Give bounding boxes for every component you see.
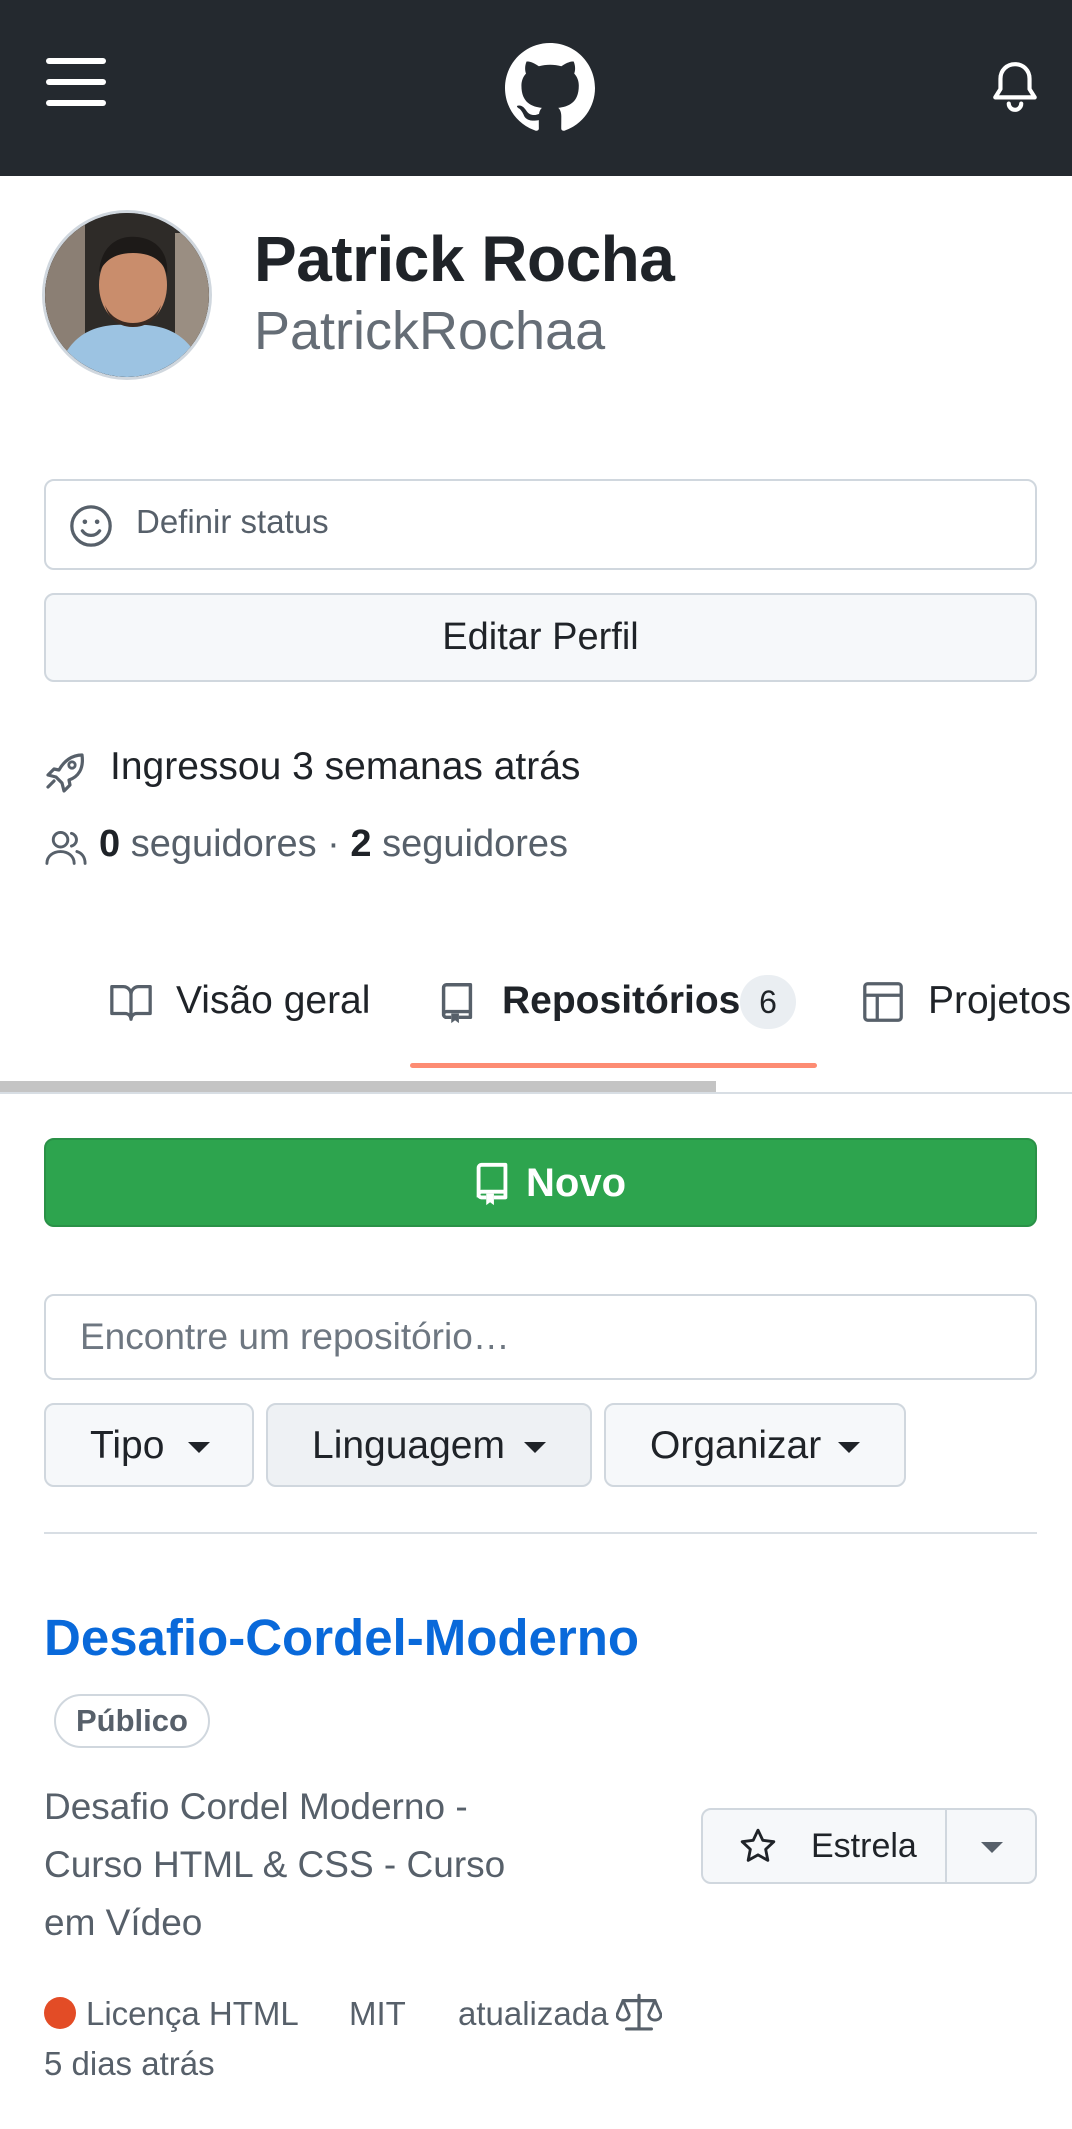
avatar-photo xyxy=(45,213,209,377)
rocket-icon xyxy=(46,753,84,793)
tab-overview[interactable]: Visão geral xyxy=(108,955,388,1045)
following-count: 2 xyxy=(350,823,372,865)
type-filter-button[interactable]: Tipo xyxy=(44,1403,254,1487)
tab-projects[interactable]: Projetos xyxy=(860,955,1072,1045)
chevron-down-icon xyxy=(981,1842,1003,1853)
tab-repositories-label: Repositórios xyxy=(502,979,741,1022)
followers-separator: · xyxy=(327,823,340,865)
updated-label: atualizada xyxy=(458,1995,609,2032)
visibility-badge: Público xyxy=(54,1694,210,1748)
chevron-down-icon xyxy=(524,1442,546,1453)
hamburger-menu-icon[interactable] xyxy=(46,58,106,108)
updated-ago: 5 dias atrás xyxy=(44,2045,215,2082)
followers-count: 0 xyxy=(99,823,121,865)
joined-text: Ingressou 3 semanas atrás xyxy=(110,745,581,788)
tab-overview-label: Visão geral xyxy=(176,979,371,1022)
top-header xyxy=(0,0,1072,176)
profile-username: PatrickRochaa xyxy=(254,301,606,361)
new-repository-button[interactable]: Novo xyxy=(44,1138,1037,1227)
edit-profile-button[interactable]: Editar Perfil xyxy=(44,593,1037,682)
language-filter-button[interactable]: Linguagem xyxy=(266,1403,592,1487)
bell-icon[interactable] xyxy=(990,60,1040,114)
star-icon xyxy=(740,1828,776,1862)
repository-search-input[interactable] xyxy=(44,1294,1037,1380)
tab-repositories[interactable]: Repositórios 6 xyxy=(434,955,814,1045)
book-icon xyxy=(110,985,152,1021)
repository-meta: Licença HTML MIT atualizada 5 dias atrás xyxy=(44,1993,1044,2103)
profile-full-name: Patrick Rocha xyxy=(254,223,675,295)
list-divider xyxy=(44,1532,1037,1534)
avatar[interactable] xyxy=(42,210,212,380)
smiley-icon xyxy=(70,505,112,547)
chevron-down-icon xyxy=(838,1442,860,1453)
set-status-button[interactable]: Definir status xyxy=(44,479,1037,570)
repo-icon xyxy=(476,1162,508,1206)
tab-projects-label: Projetos xyxy=(928,979,1072,1022)
tabs-scrollbar[interactable] xyxy=(0,1081,716,1092)
repository-language: Licença HTML xyxy=(86,1995,299,2032)
repositories-count-badge: 6 xyxy=(740,975,796,1029)
repository-description: Desafio Cordel Moderno - Curso HTML & CS… xyxy=(44,1786,506,1943)
tabs-divider xyxy=(0,1092,1072,1094)
new-repository-label: Novo xyxy=(526,1161,626,1205)
github-logo-icon[interactable] xyxy=(505,43,595,133)
people-icon xyxy=(45,831,87,865)
type-filter-label: Tipo xyxy=(90,1424,165,1467)
sort-filter-button[interactable]: Organizar xyxy=(604,1403,906,1487)
table-icon xyxy=(863,982,903,1022)
repository-license: MIT xyxy=(349,1995,406,2032)
sort-filter-label: Organizar xyxy=(650,1424,822,1467)
star-list-dropdown[interactable] xyxy=(947,1810,1037,1882)
following-label: seguidores xyxy=(382,823,568,865)
followers-text: 0 seguidores · 2 seguidores xyxy=(99,823,568,866)
repository-name-link[interactable]: Desafio-Cordel-Moderno xyxy=(44,1608,639,1667)
set-status-label: Definir status xyxy=(136,503,329,540)
chevron-down-icon xyxy=(188,1442,210,1453)
star-button-group: Estrela xyxy=(701,1808,1037,1884)
star-label: Estrela xyxy=(811,1827,917,1865)
star-button[interactable]: Estrela xyxy=(703,1810,947,1882)
language-color-dot xyxy=(44,1997,76,2029)
law-icon xyxy=(616,1993,662,2031)
repo-icon xyxy=(441,983,473,1024)
active-tab-indicator xyxy=(410,1063,817,1068)
followers-label: seguidores xyxy=(130,823,317,865)
profile-tabs: Visão geral Repositórios 6 Projetos xyxy=(0,955,1072,1095)
language-filter-label: Linguagem xyxy=(312,1424,505,1467)
